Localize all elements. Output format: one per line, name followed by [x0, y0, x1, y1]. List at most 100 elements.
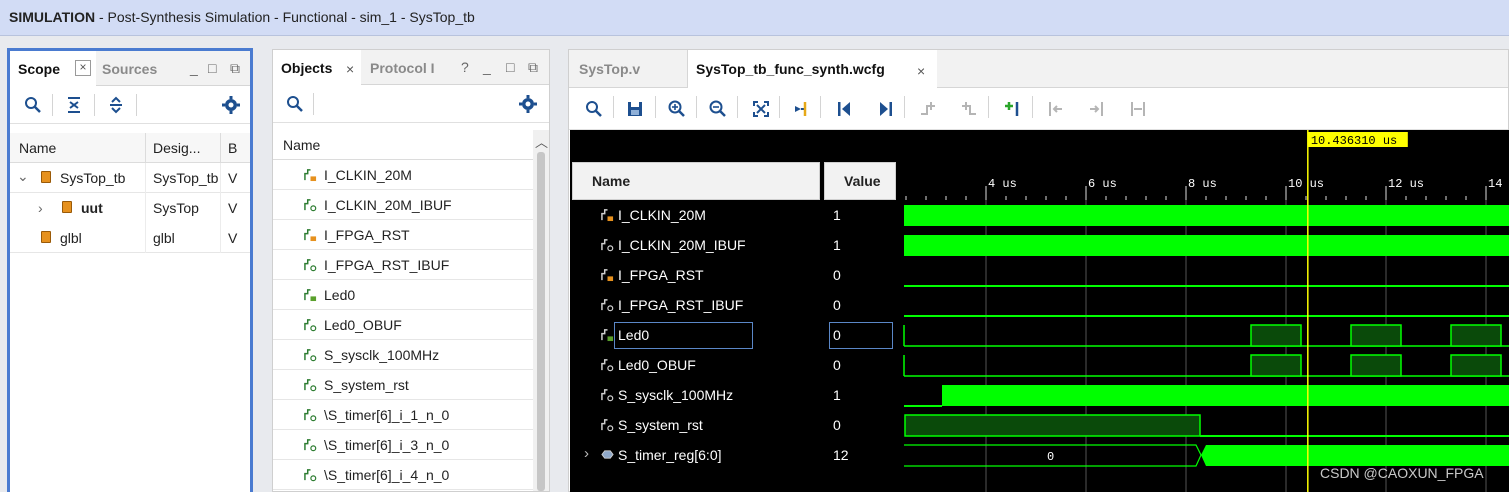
object-row[interactable]: Led0_OBUF	[273, 310, 533, 340]
minimize-icon[interactable]: _	[190, 60, 198, 76]
input-port-icon	[601, 268, 614, 285]
object-row[interactable]: I_CLKIN_20M	[273, 160, 533, 190]
object-row[interactable]: \S_timer[6]_i_4_n_0	[273, 460, 533, 490]
wave-signal-value: 0	[833, 327, 841, 343]
wave-name-header[interactable]: Name	[572, 162, 820, 200]
search-icon[interactable]	[585, 100, 603, 118]
go-to-end-icon[interactable]	[877, 100, 895, 118]
signal-pulse	[1350, 324, 1402, 347]
object-row[interactable]: Led0	[273, 280, 533, 310]
object-label: Led0	[324, 287, 356, 303]
object-row[interactable]: S_sysclk_100MHz	[273, 340, 533, 370]
help-icon[interactable]: ?	[461, 59, 469, 75]
wave-signal-name[interactable]: I_CLKIN_20M	[618, 207, 706, 223]
gear-icon[interactable]	[222, 96, 240, 114]
object-row[interactable]: I_FPGA_RST_IBUF	[273, 250, 533, 280]
col-b[interactable]: B	[228, 140, 237, 156]
object-row[interactable]: \S_timer[6]_i_3_n_0	[273, 430, 533, 460]
net-icon	[304, 438, 317, 455]
next-marker-icon[interactable]	[1088, 100, 1106, 118]
expand-all-icon[interactable]	[107, 96, 125, 114]
output-port-icon	[601, 328, 614, 345]
watermark: CSDN @CAOXUN_FPGA	[1320, 465, 1484, 481]
object-row[interactable]: \S_timer[6]_i_1_n_0	[273, 400, 533, 430]
zoom-in-icon[interactable]	[668, 100, 686, 118]
save-icon[interactable]	[626, 100, 644, 118]
close-icon[interactable]: ×	[917, 63, 925, 79]
scroll-up-icon[interactable]: ︿	[535, 132, 548, 151]
waveform-canvas[interactable]: 4 us 6 us 8 us 10 us 12 us 14 0 10.436310 us	[902, 130, 1509, 492]
goto-cursor-icon[interactable]	[793, 100, 811, 118]
input-port-icon	[601, 208, 614, 225]
prev-transition-icon[interactable]	[919, 100, 937, 118]
object-row[interactable]: I_FPGA_RST	[273, 220, 533, 250]
wave-signal-value: 1	[833, 387, 841, 403]
gear-icon[interactable]	[519, 95, 537, 113]
chevron-right-icon[interactable]: ›	[584, 445, 589, 462]
col-name[interactable]: Name	[283, 137, 320, 153]
scope-table-header: Name Desig... B	[10, 133, 250, 163]
wave-signal-name[interactable]: I_FPGA_RST_IBUF	[618, 297, 743, 313]
wave-signal-name[interactable]: I_CLKIN_20M_IBUF	[618, 237, 746, 253]
go-to-start-icon[interactable]	[835, 100, 853, 118]
maximize-icon[interactable]: □	[208, 60, 216, 76]
net-icon	[601, 418, 614, 435]
tab-protocol[interactable]: Protocol I	[362, 50, 435, 85]
add-marker-icon[interactable]	[1004, 100, 1022, 118]
wave-signal-value: 0	[833, 417, 841, 433]
col-design[interactable]: Desig...	[153, 140, 200, 156]
wave-signal-name[interactable]: I_FPGA_RST	[618, 267, 704, 283]
objects-toolbar	[273, 85, 549, 123]
wave-signal-name[interactable]: Led0_OBUF	[618, 357, 696, 373]
input-port-icon	[304, 168, 317, 185]
object-row[interactable]: I_CLKIN_20M_IBUF	[273, 190, 533, 220]
net-icon	[304, 318, 317, 335]
wave-signal-name[interactable]: S_timer_reg[6:0]	[618, 447, 722, 463]
tab-systop-v[interactable]: SysTop.v	[569, 50, 687, 88]
input-port-icon	[304, 228, 317, 245]
search-icon[interactable]	[24, 96, 42, 114]
bus-icon	[601, 448, 614, 464]
prev-marker-icon[interactable]	[1046, 100, 1064, 118]
objects-list: I_CLKIN_20M I_CLKIN_20M_IBUF I_FPGA_RST I_F…	[273, 160, 533, 491]
scope-row-systop-tb[interactable]: ⌄ SysTop_tb SysTop_tb V	[10, 163, 250, 193]
swap-markers-icon[interactable]	[1129, 100, 1147, 118]
maximize-icon[interactable]: □	[506, 59, 514, 75]
net-icon	[601, 388, 614, 405]
wave-toolbar	[569, 88, 1508, 130]
wave-signal-value: 0	[833, 357, 841, 373]
module-icon	[62, 201, 72, 213]
tab-wcfg[interactable]: SysTop_tb_func_synth.wcfg	[687, 50, 937, 88]
scope-row-uut[interactable]: › uut SysTop V	[10, 193, 250, 223]
title-bar: SIMULATION - Post-Synthesis Simulation -…	[0, 0, 1509, 36]
zoom-out-icon[interactable]	[709, 100, 727, 118]
cursor-time-label: 10.436310 us	[1311, 134, 1397, 148]
col-name[interactable]: Name	[19, 140, 56, 156]
wave-value-header[interactable]: Value	[824, 162, 896, 200]
wave-signal-name[interactable]: S_sysclk_100MHz	[618, 387, 733, 403]
search-icon[interactable]	[286, 95, 304, 113]
tab-sources[interactable]: Sources	[94, 51, 157, 86]
signal-high-region	[904, 414, 1201, 437]
scope-row-glbl[interactable]: glbl glbl V	[10, 223, 250, 253]
minimize-icon[interactable]: _	[483, 59, 491, 75]
float-icon[interactable]: ⧉	[230, 60, 240, 77]
next-transition-icon[interactable]	[960, 100, 978, 118]
collapse-all-icon[interactable]	[65, 96, 83, 114]
net-icon	[304, 198, 317, 215]
object-label: I_CLKIN_20M	[324, 167, 412, 183]
window-title: - Post-Synthesis Simulation - Functional…	[95, 9, 475, 25]
zoom-fit-icon[interactable]	[752, 100, 770, 118]
close-icon[interactable]: ×	[75, 60, 91, 76]
output-port-icon	[304, 288, 317, 305]
module-icon	[41, 231, 51, 243]
float-icon[interactable]: ⧉	[528, 59, 538, 76]
object-row[interactable]: S_system_rst	[273, 370, 533, 400]
objects-scrollbar[interactable]: ︿	[533, 130, 549, 491]
scroll-thumb[interactable]	[537, 152, 545, 491]
chevron-down-icon[interactable]: ⌄	[17, 168, 29, 185]
chevron-right-icon[interactable]: ›	[38, 200, 43, 216]
wave-signal-name[interactable]: Led0	[618, 327, 649, 343]
close-icon[interactable]: ×	[346, 61, 354, 77]
wave-signal-name[interactable]: S_system_rst	[618, 417, 703, 433]
